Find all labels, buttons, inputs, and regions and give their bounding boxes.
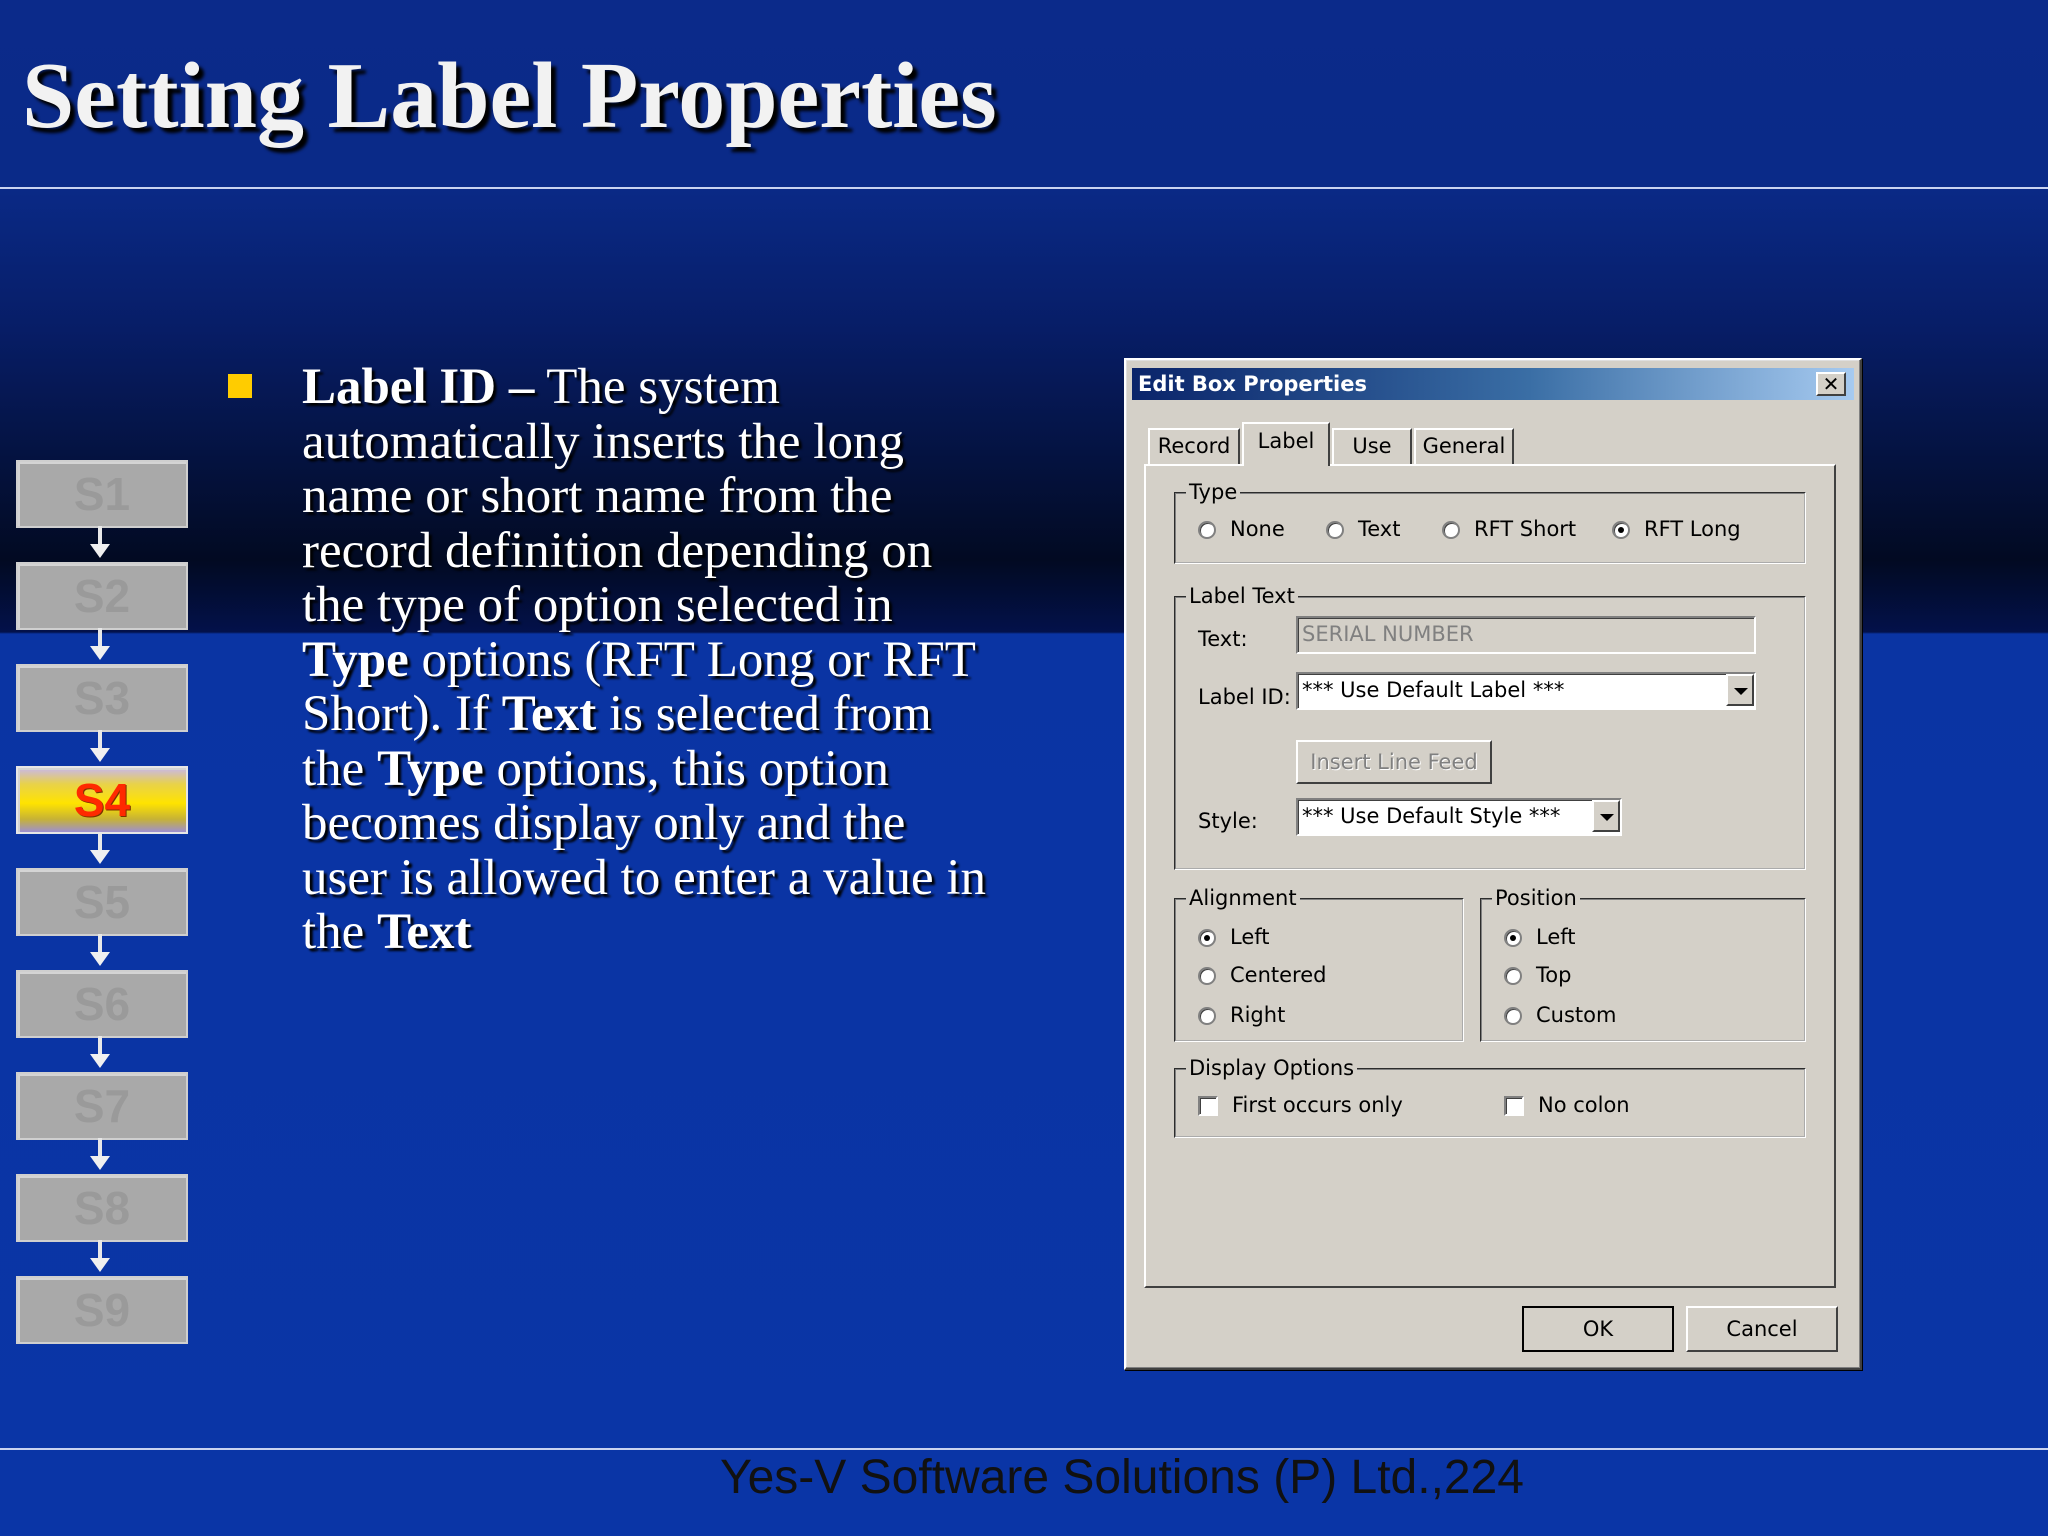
tab-label[interactable]: Label [1242, 422, 1330, 466]
step-s1[interactable]: S1 [16, 460, 188, 528]
style-label: Style: [1198, 809, 1258, 833]
label-text-group-label: Label Text [1186, 583, 1298, 609]
slide-title: Setting Label Properties [22, 44, 997, 148]
alignment-group: Alignment Left Centered Right [1174, 885, 1464, 1042]
arrow-down-icon [90, 832, 110, 864]
footer-text: Yes-V Software Solutions (P) Ltd.,224 [720, 1451, 1524, 1504]
radio-icon [1504, 967, 1522, 985]
bullet-square-icon [228, 374, 252, 398]
radio-icon [1198, 967, 1216, 985]
radio-icon [1504, 1007, 1522, 1025]
label-id-select[interactable]: *** Use Default Label *** [1296, 672, 1756, 710]
style-value: *** Use Default Style *** [1302, 804, 1561, 828]
step-s9[interactable]: S9 [16, 1276, 188, 1344]
step-s4[interactable]: S4 [16, 766, 188, 834]
checkbox-icon [1504, 1096, 1524, 1116]
step-s8[interactable]: S8 [16, 1174, 188, 1242]
radio-type-rft-long[interactable]: RFT Long [1612, 516, 1741, 542]
display-options-group-label: Display Options [1186, 1055, 1358, 1081]
type-group-label: Type [1186, 479, 1241, 505]
ok-button[interactable]: OK [1522, 1306, 1674, 1352]
arrow-down-icon [90, 730, 110, 762]
radio-position-top[interactable]: Top [1504, 962, 1571, 988]
alignment-group-label: Alignment [1186, 885, 1300, 911]
radio-selected-icon [1198, 929, 1216, 947]
insert-line-feed-button[interactable]: Insert Line Feed [1296, 740, 1492, 784]
tab-general[interactable]: General [1414, 428, 1514, 464]
radio-selected-icon [1504, 929, 1522, 947]
type-group: Type None Text RFT Short RFT Long [1174, 479, 1806, 564]
arrow-down-icon [90, 1036, 110, 1068]
radio-type-none[interactable]: None [1198, 516, 1285, 542]
text-field-label: Text: [1198, 627, 1248, 651]
label-id-value: *** Use Default Label *** [1302, 678, 1565, 702]
step-s5[interactable]: S5 [16, 868, 188, 936]
cancel-button[interactable]: Cancel [1686, 1306, 1838, 1352]
text-input[interactable]: SERIAL NUMBER [1296, 616, 1756, 654]
radio-type-text[interactable]: Text [1326, 516, 1400, 542]
label-id-term: Label ID – [302, 359, 535, 415]
no-colon-checkbox[interactable]: No colon [1504, 1092, 1630, 1118]
label-text-group: Label Text Text: SERIAL NUMBER Label ID:… [1174, 583, 1806, 870]
arrow-down-icon [90, 1138, 110, 1170]
arrow-down-icon [90, 1240, 110, 1272]
radio-align-right[interactable]: Right [1198, 1002, 1285, 1028]
bold-type-2: Type [377, 740, 484, 797]
close-icon[interactable]: ✕ [1816, 372, 1846, 396]
label-id-label: Label ID: [1198, 685, 1291, 709]
bullet-paragraph: Label ID – The system automatically inse… [302, 360, 1002, 960]
step-s3[interactable]: S3 [16, 664, 188, 732]
radio-type-rft-short[interactable]: RFT Short [1442, 516, 1576, 542]
dialog-title: Edit Box Properties [1138, 372, 1368, 396]
style-select[interactable]: *** Use Default Style *** [1296, 798, 1622, 836]
radio-align-left[interactable]: Left [1198, 924, 1270, 950]
edit-box-properties-dialog: Edit Box Properties ✕ Record Label Use G… [1124, 358, 1862, 1370]
bold-type-1: Type [302, 631, 409, 688]
display-options-group: Display Options First occurs only No col… [1174, 1055, 1806, 1138]
dialog-titlebar[interactable]: Edit Box Properties ✕ [1132, 368, 1854, 400]
label-tab-panel: Type None Text RFT Short RFT Long Label … [1144, 464, 1836, 1288]
checkbox-icon [1198, 1096, 1218, 1116]
chevron-down-icon[interactable] [1726, 674, 1754, 706]
radio-position-left[interactable]: Left [1504, 924, 1576, 950]
arrow-down-icon [90, 628, 110, 660]
position-group: Position Left Top Custom [1480, 885, 1806, 1042]
bold-text-1: Text [501, 686, 597, 742]
radio-position-custom[interactable]: Custom [1504, 1002, 1616, 1028]
arrow-down-icon [90, 934, 110, 966]
radio-icon [1198, 521, 1216, 539]
bold-text-2: Text [377, 904, 472, 960]
radio-icon [1326, 521, 1344, 539]
step-s6[interactable]: S6 [16, 970, 188, 1038]
chevron-down-icon[interactable] [1592, 800, 1620, 832]
arrow-down-icon [90, 526, 110, 558]
title-divider [0, 187, 2048, 189]
position-group-label: Position [1492, 885, 1580, 911]
tab-use[interactable]: Use [1332, 428, 1412, 464]
step-s7[interactable]: S7 [16, 1072, 188, 1140]
first-occurs-only-checkbox[interactable]: First occurs only [1198, 1092, 1403, 1118]
radio-icon [1442, 521, 1460, 539]
tab-record[interactable]: Record [1148, 428, 1240, 464]
step-s2[interactable]: S2 [16, 562, 188, 630]
radio-align-centered[interactable]: Centered [1198, 962, 1326, 988]
radio-icon [1198, 1007, 1216, 1025]
radio-selected-icon [1612, 521, 1630, 539]
